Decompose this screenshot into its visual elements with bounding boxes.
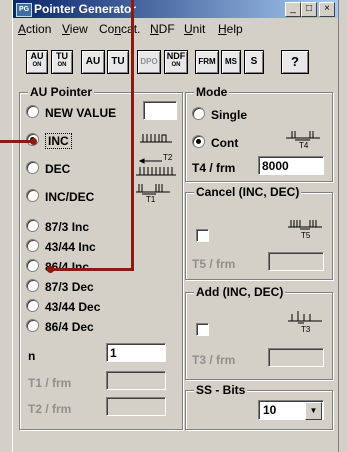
radio-inc-dec[interactable]: INC/DEC	[26, 189, 94, 205]
t5-label: T5 / frm	[192, 257, 236, 271]
radio-single[interactable]: Single	[192, 107, 247, 123]
callout-line-horizontal	[52, 268, 134, 271]
title-bar[interactable]: PG Pointer Generator _ □ ×	[13, 0, 338, 18]
help-button[interactable]: ?	[281, 50, 309, 74]
dpo-button[interactable]: DPO	[137, 50, 161, 74]
t1-symbol: T1	[146, 195, 156, 203]
t4-pulse-icon: T4	[286, 131, 320, 149]
tu-on-button[interactable]: TU ON	[51, 50, 73, 74]
n-label: n	[28, 349, 36, 363]
au-on-button[interactable]: AU ON	[26, 50, 48, 74]
radio-button[interactable]	[26, 279, 39, 292]
t4-symbol: T4	[299, 141, 309, 149]
t5-symbol: T5	[301, 231, 311, 239]
radio-87-3-inc[interactable]: 87/3 Inc	[26, 219, 89, 235]
ndf-on-button[interactable]: NDF ON	[164, 50, 188, 74]
close-button[interactable]: ×	[319, 2, 335, 17]
menu-ndf[interactable]: NDF	[150, 22, 175, 36]
t5-field[interactable]	[268, 252, 324, 271]
menu-bar: Action View Concat. NDF Unit Help	[13, 20, 338, 38]
window-title: Pointer Generator	[34, 2, 137, 16]
t4-label: T4 / frm	[192, 161, 236, 175]
au-pointer-title: AU Pointer	[28, 85, 95, 99]
radio-button[interactable]	[26, 189, 39, 202]
dec-pulse-icon: T2	[136, 153, 176, 176]
radio-dec[interactable]: DEC	[26, 161, 70, 177]
pointer-generator-window: PG Pointer Generator _ □ × Action View C…	[12, 0, 339, 452]
radio-button[interactable]	[26, 299, 39, 312]
menu-help[interactable]: Help	[218, 22, 243, 36]
t3-pulse-icon: T3	[288, 311, 322, 333]
menu-action[interactable]: Action	[18, 22, 51, 36]
radio-button[interactable]	[26, 219, 39, 232]
callout-line-vertical	[131, 0, 134, 270]
radio-button[interactable]	[192, 135, 205, 148]
radio-button[interactable]	[26, 105, 39, 118]
maximize-button[interactable]: □	[301, 2, 317, 17]
radio-new-value[interactable]: NEW VALUE	[26, 105, 116, 121]
n-field[interactable]: 1	[106, 343, 166, 362]
t3-label: T3 / frm	[192, 353, 236, 367]
mode-title: Mode	[194, 85, 230, 99]
callout-line-left	[0, 140, 34, 143]
ss-bits-value: 10	[263, 403, 277, 417]
t2-label: T2 / frm	[28, 402, 72, 416]
radio-43-44-inc[interactable]: 43/44 Inc	[26, 239, 96, 255]
radio-86-4-dec[interactable]: 86/4 Dec	[26, 319, 94, 335]
au-pointer-group: AU Pointer NEW VALUE INC DEC T2 INC/DEC	[19, 85, 183, 430]
app-icon: PG	[16, 3, 32, 17]
add-title: Add (INC, DEC)	[194, 285, 286, 299]
radio-button[interactable]	[26, 161, 39, 174]
add-checkbox[interactable]	[196, 323, 209, 336]
t3-field[interactable]	[268, 348, 324, 367]
radio-button[interactable]	[26, 319, 39, 332]
inc-dec-pulse-icon: T1	[136, 184, 170, 203]
ss-bits-group: SS - Bits 10 ▼	[185, 383, 333, 430]
cancel-title: Cancel (INC, DEC)	[194, 185, 302, 199]
callout-arrowhead	[47, 266, 54, 273]
menu-concat[interactable]: Concat.	[99, 22, 140, 36]
radio-button[interactable]	[192, 107, 205, 120]
add-group: Add (INC, DEC) T3 T3 / frm	[185, 285, 333, 380]
t1-label: T1 / frm	[28, 376, 72, 390]
menu-view[interactable]: View	[62, 22, 88, 36]
radio-cont[interactable]: Cont	[192, 135, 238, 151]
tu-button[interactable]: TU	[107, 50, 129, 74]
t3-symbol: T3	[301, 325, 311, 333]
callout-arrowhead-inc	[30, 138, 37, 145]
cancel-group: Cancel (INC, DEC) T5 T5 / frm	[185, 185, 333, 280]
s-button[interactable]: S	[244, 50, 264, 74]
ss-bits-select[interactable]: 10 ▼	[258, 400, 324, 420]
inc-pulse-icon	[140, 134, 172, 143]
radio-button[interactable]	[26, 239, 39, 252]
t1-field[interactable]	[106, 371, 166, 390]
dropdown-arrow-icon[interactable]: ▼	[305, 402, 322, 420]
t4-field[interactable]: 8000	[258, 156, 324, 175]
ms-button[interactable]: MS	[221, 50, 241, 74]
menu-unit[interactable]: Unit	[184, 22, 205, 36]
radio-87-3-dec[interactable]: 87/3 Dec	[26, 279, 94, 295]
au-button[interactable]: AU	[81, 50, 105, 74]
ss-bits-title: SS - Bits	[194, 383, 248, 397]
radio-43-44-dec[interactable]: 43/44 Dec	[26, 299, 100, 315]
radio-86-4-inc[interactable]: 86/4 Inc	[26, 259, 89, 275]
frm-button[interactable]: FRM	[195, 50, 219, 74]
toolbar: AU ON TU ON AU TU DPO NDF ON FRM MS S ?	[13, 50, 338, 78]
t2-field[interactable]	[106, 397, 166, 416]
t5-pulse-icon: T5	[288, 220, 322, 239]
t2-symbol: T2	[163, 153, 173, 162]
new-value-field[interactable]	[143, 101, 177, 120]
minimize-button[interactable]: _	[285, 2, 301, 17]
cancel-checkbox[interactable]	[196, 229, 209, 242]
radio-button[interactable]	[26, 259, 39, 272]
mode-group: Mode Single Cont T4 T4 / frm 8000	[185, 85, 333, 182]
